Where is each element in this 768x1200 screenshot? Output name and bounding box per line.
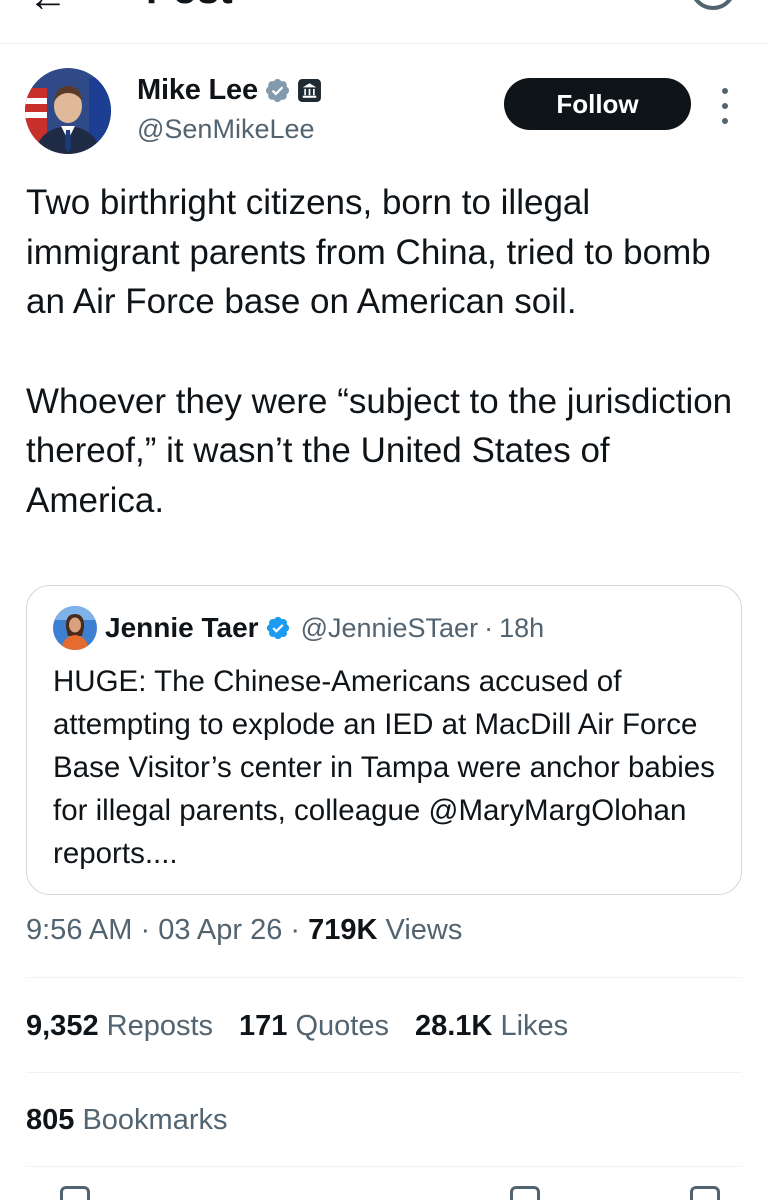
bookmark-icon[interactable]: [510, 1186, 540, 1200]
tweet-paragraph: Two birthright citizens, born to illegal…: [26, 183, 711, 321]
action-bar: [0, 1186, 768, 1200]
likes-label: Likes: [500, 1010, 569, 1042]
quoted-author-name[interactable]: Jennie Taer: [105, 612, 259, 644]
tweet-paragraph: Whoever they were “subject to the jurisd…: [26, 381, 733, 520]
quotes-count: 171: [239, 1010, 288, 1042]
more-options-icon[interactable]: [712, 88, 738, 124]
bookmarks-count: 805: [26, 1104, 75, 1136]
likes-count: 28.1K: [414, 1010, 493, 1042]
quoted-author-avatar[interactable]: [53, 606, 97, 650]
views-count: 719K: [308, 914, 378, 946]
follow-button[interactable]: Follow: [504, 78, 691, 130]
dot: [722, 88, 728, 94]
verified-badge-icon[interactable]: [265, 615, 291, 641]
divider: [26, 1166, 742, 1167]
dot: [722, 118, 728, 124]
dot: [722, 103, 728, 109]
quoted-tweet-time[interactable]: 18h: [499, 613, 544, 644]
tweet-date[interactable]: 03 Apr 26: [158, 914, 282, 946]
quoted-tweet-card[interactable]: Jennie Taer @JennieSTaer · 18h HUGE: The…: [26, 585, 742, 895]
tweet-meta: 9:56 AM · 03 Apr 26 · 719K Views: [26, 914, 462, 947]
reposts-count: 9,352: [26, 1010, 99, 1042]
separator-dot: ·: [282, 914, 309, 946]
views-label: Views: [377, 914, 463, 946]
quotes-label: Quotes: [295, 1010, 389, 1042]
reposts-label: Reposts: [106, 1010, 214, 1042]
reply-icon[interactable]: [60, 1186, 90, 1200]
government-building-icon[interactable]: [297, 78, 322, 103]
engagement-stats: 9,352 Reposts 171 Quotes 28.1K Likes: [26, 1010, 594, 1043]
quoted-tweet-header: Jennie Taer @JennieSTaer · 18h: [105, 612, 544, 644]
share-icon[interactable]: [690, 1186, 720, 1200]
separator-dot: ·: [484, 612, 494, 643]
back-arrow-icon[interactable]: ←: [28, 0, 68, 18]
author-avatar[interactable]: [25, 68, 111, 154]
top-bar: ← Post: [0, 0, 768, 44]
divider: [26, 977, 742, 978]
author-handle[interactable]: @SenMikeLee: [137, 114, 315, 145]
page-title: Post: [146, 0, 233, 10]
quoted-author-handle[interactable]: @JennieSTaer: [301, 613, 479, 644]
divider: [26, 1072, 742, 1073]
tweet-time[interactable]: 9:56 AM: [26, 914, 132, 946]
bookmarks-stat[interactable]: 805 Bookmarks: [26, 1104, 228, 1137]
tweet-text: Two birthright citizens, born to illegal…: [26, 178, 746, 525]
author-name-row: Mike Lee: [137, 74, 322, 107]
author-name[interactable]: Mike Lee: [137, 74, 258, 107]
verified-badge-icon[interactable]: [264, 77, 291, 104]
separator-dot: ·: [132, 914, 159, 946]
reposts-stat[interactable]: 9,352 Reposts: [26, 1010, 213, 1043]
bookmarks-label: Bookmarks: [82, 1104, 228, 1136]
profile-circle-icon[interactable]: [690, 0, 736, 10]
likes-stat[interactable]: 28.1K Likes: [415, 1010, 568, 1043]
quotes-stat[interactable]: 171 Quotes: [239, 1010, 389, 1043]
quoted-tweet-text: HUGE: The Chinese-Americans accused of a…: [53, 665, 715, 870]
